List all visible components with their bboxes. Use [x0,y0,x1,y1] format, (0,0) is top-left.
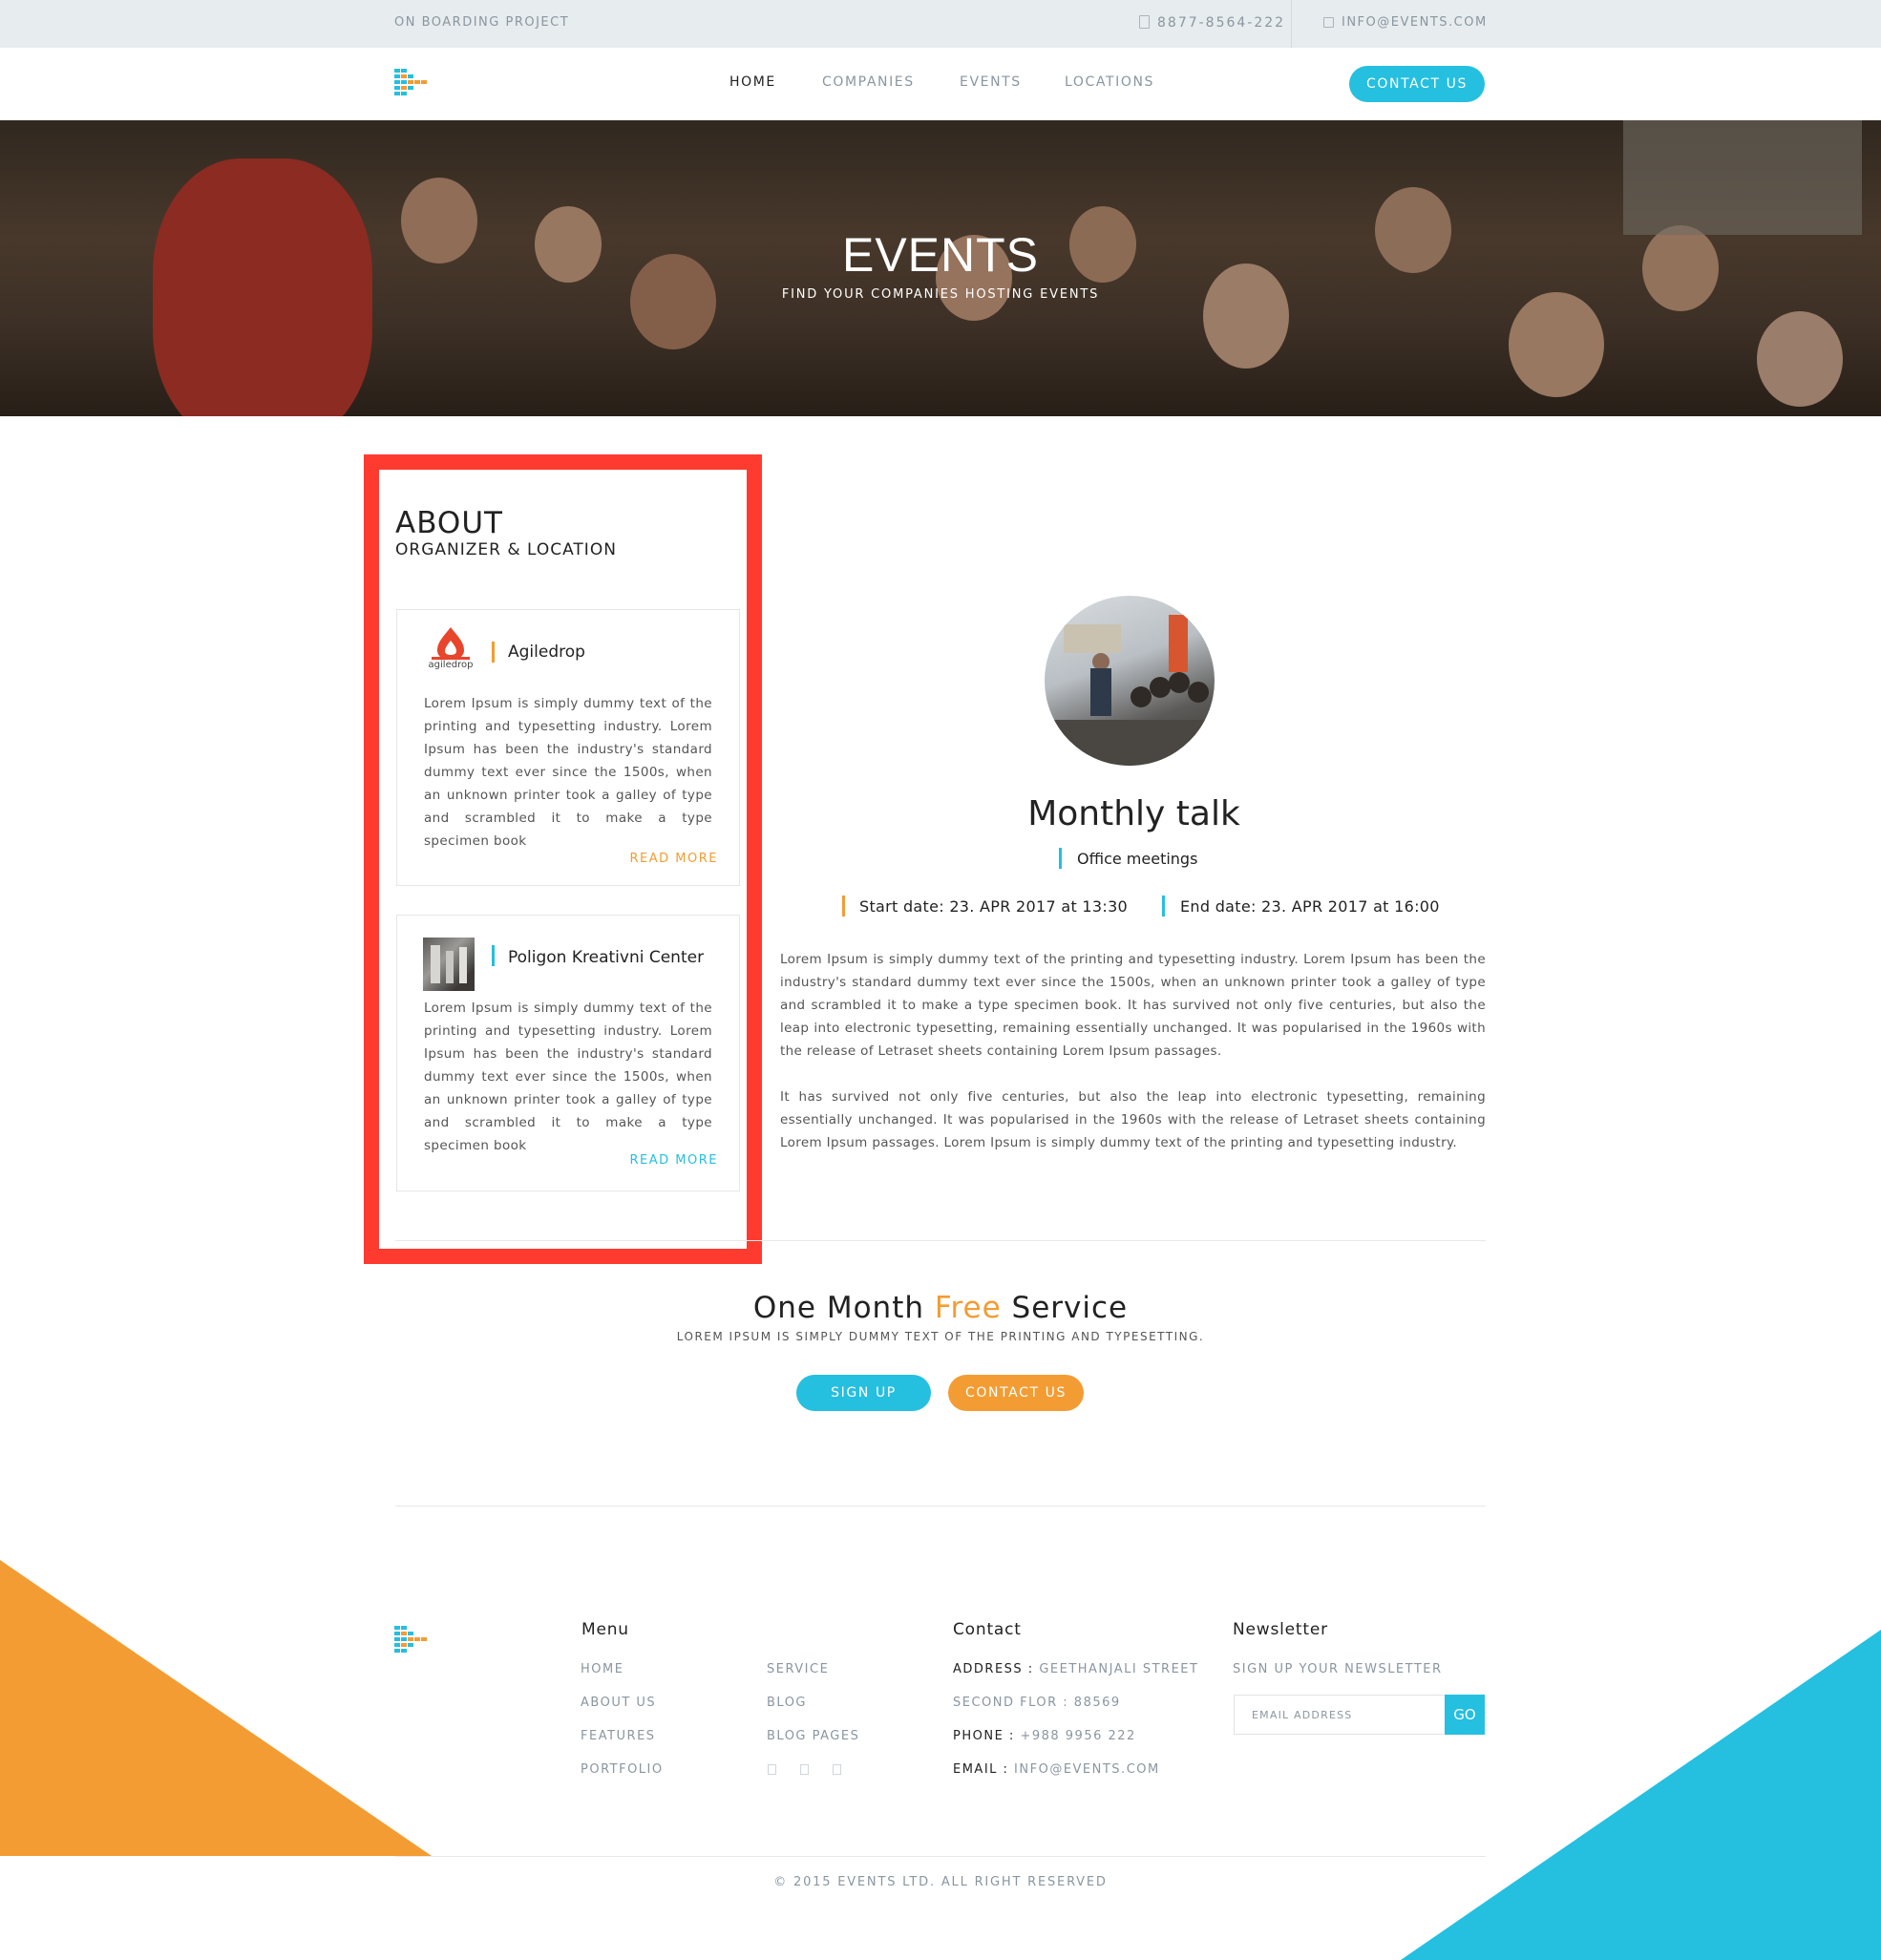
top-phone[interactable]: 8877-8564-222 [1139,15,1285,31]
location-thumbnail [423,938,475,991]
date-bar [842,896,845,917]
start-date: Start date: 23. APR 2017 at 13:30 [859,897,1129,916]
nav-locations[interactable]: LOCATIONS [1065,74,1154,90]
divider [395,1240,1486,1241]
event-type: Office meetings [1077,850,1198,868]
hero-subtitle: FIND YOUR COMPANIES HOSTING EVENTS [781,287,1100,302]
read-more-link[interactable]: READ MORE [630,852,718,866]
agiledrop-logo: agiledrop [422,623,479,677]
nav-home[interactable]: HOME [729,74,776,90]
phone-value: +988 9956 222 [1014,1729,1136,1743]
footer-address-2: SECOND FLOR : 88569 [953,1696,1121,1710]
footer-link-about[interactable]: ABOUT US [581,1696,656,1710]
site-logo[interactable] [394,69,434,99]
footer-newsletter-title: Newsletter [1233,1620,1328,1639]
footer-orange-triangle [0,1560,432,1856]
event-description: Lorem Ipsum is simply dummy text of the … [780,952,1486,1059]
copyright: © 2015 EVENTS LTD. ALL RIGHT RESERVED [773,1875,1108,1889]
phone-label: PHONE : [953,1729,1015,1743]
footer-link-features[interactable]: FEATURES [581,1729,656,1743]
title-bar [492,945,495,966]
top-email[interactable]: INFO@EVENTS.COM [1323,15,1488,30]
contact-us-button[interactable]: CONTACT US [1349,66,1485,102]
top-phone-text: 8877-8564-222 [1157,15,1286,31]
newsletter-go-button[interactable]: GO [1445,1695,1485,1735]
footer-link-home[interactable]: HOME [581,1662,623,1676]
mail-icon [1323,17,1334,28]
read-more-link[interactable]: READ MORE [630,1153,718,1168]
footer-phone: PHONE : +988 9956 222 [953,1729,1136,1743]
email-label: EMAIL : [953,1762,1009,1777]
main-nav [0,48,1881,120]
twitter-icon[interactable] [800,1764,809,1775]
footer-email: EMAIL : INFO@EVENTS.COM [953,1762,1160,1777]
hero-banner: EVENTS FIND YOUR COMPANIES HOSTING EVENT… [0,120,1881,416]
address-value: GEETHANJALI STREET [1033,1662,1199,1676]
event-photo [1045,596,1215,766]
footer-link-portfolio[interactable]: PORTFOLIO [581,1762,664,1777]
footer-menu-title: Menu [581,1620,629,1639]
linkedin-icon[interactable] [833,1764,841,1775]
about-subtitle: ORGANIZER & LOCATION [395,540,617,559]
location-text: Lorem Ipsum is simply dummy text of the … [424,1001,712,1153]
agiledrop-logo-text: agiledrop [428,660,474,670]
facebook-icon[interactable] [768,1764,776,1775]
location-card: Poligon Kreativni Center Lorem Ipsum is … [396,915,740,1191]
footer-link-service[interactable]: SERVICE [767,1662,829,1676]
date-bar [1162,896,1165,917]
hero-title: EVENTS [841,228,1040,282]
event-title: Monthly talk [0,794,1881,833]
newsletter-email-input[interactable]: EMAIL ADDRESS [1234,1695,1446,1735]
organizer-card: agiledrop Agiledrop Lorem Ipsum is simpl… [396,609,740,886]
cta-title: One Month Free Service [0,1291,1881,1325]
nav-events[interactable]: EVENTS [960,74,1022,90]
sign-up-button[interactable]: SIGN UP [796,1375,931,1411]
project-name: ON BOARDING PROJECT [394,15,570,30]
top-email-text: INFO@EVENTS.COM [1342,15,1488,30]
divider [395,1856,1486,1857]
phone-icon [1139,15,1150,29]
footer-address: ADDRESS : GEETHANJALI STREET [953,1662,1198,1676]
contact-us-button[interactable]: CONTACT US [948,1375,1084,1411]
newsletter-subtitle: SIGN UP YOUR NEWSLETTER [1233,1662,1443,1676]
footer-blue-triangle [1401,1630,1881,1960]
cta-title-free: Free [934,1291,1002,1325]
email-placeholder: EMAIL ADDRESS [1252,1709,1353,1721]
cta-title-post: Service [1001,1291,1129,1325]
footer-link-blog-pages[interactable]: BLOG PAGES [767,1729,859,1743]
footer-logo[interactable] [394,1626,434,1656]
footer-link-blog[interactable]: BLOG [767,1696,807,1710]
event-description-2: It has survived not only five centuries,… [780,1089,1486,1150]
location-name: Poligon Kreativni Center [508,948,705,967]
address-label: ADDRESS : [953,1662,1034,1676]
end-date: End date: 23. APR 2017 at 16:00 [1180,897,1440,916]
event-title-text: Monthly talk [1027,794,1240,833]
footer-contact-title: Contact [953,1620,1022,1639]
topbar-divider [1291,0,1292,48]
email-value[interactable]: INFO@EVENTS.COM [1008,1762,1159,1777]
organizer-name: Agiledrop [508,643,585,662]
title-bar [1059,848,1062,869]
top-bar: ON BOARDING PROJECT 8877-8564-222 INFO@E… [0,0,1881,48]
title-bar [492,642,495,663]
about-title: ABOUT [395,506,503,540]
divider [395,1506,1486,1507]
cta-title-pre: One Month [752,1291,935,1325]
cta-subtitle: LOREM IPSUM IS SIMPLY DUMMY TEXT OF THE … [676,1330,1205,1343]
nav-companies[interactable]: COMPANIES [822,74,915,90]
